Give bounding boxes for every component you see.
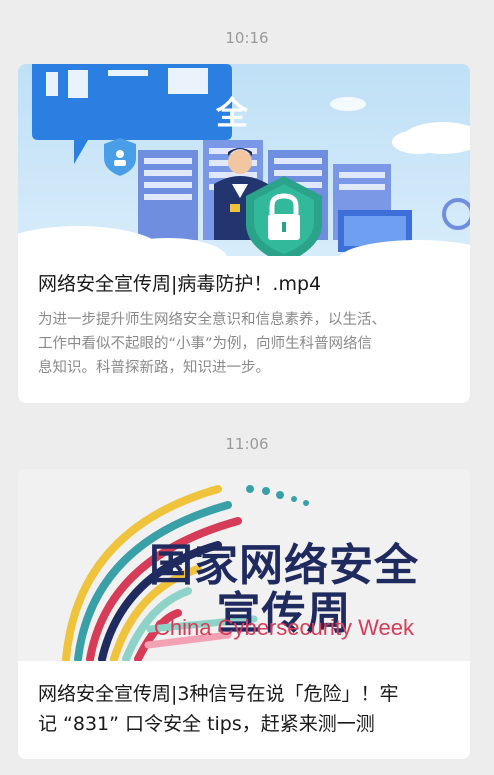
article-title-1[interactable]: 网络安全宣传周|病毒防护！.mp4: [18, 269, 470, 299]
article-description-line: 为进一步提升师生网络安全意识和信息素养，以生活、: [38, 312, 386, 328]
article-card-1[interactable]: 全 网络安全宣传周|病毒防护！.mp4 为进一步提升师生网络安全意识和信息素养，…: [18, 64, 470, 403]
timestamp-1: 10:16: [225, 29, 269, 47]
article-title-2-line[interactable]: 记 “831” 口令安全 tips，赶紧来测一测: [18, 709, 470, 739]
cover-banner-text: 全: [215, 94, 249, 132]
article-card-2[interactable]: 国家网络安全 宣传周 China Cybersecurity Week 网络安全…: [18, 469, 470, 759]
cyber-security-illustration: 全: [18, 64, 470, 286]
article-description-line: 工作中看似不起眼的“小事”为例，向师生科普网络信: [38, 336, 373, 352]
article-cover-image-2: 国家网络安全 宣传周 China Cybersecurity Week: [18, 469, 470, 661]
timestamp-2: 11:06: [225, 435, 269, 453]
cover-subtitle: China Cybersecurity Week: [153, 615, 415, 640]
article-title-2-line[interactable]: 网络安全宣传周|3种信号在说「危险」！牢: [18, 679, 470, 709]
article-description-line: 息知识。科普探新路，知识进一步。: [38, 360, 270, 376]
article-cover-image-1: 全: [18, 64, 470, 286]
